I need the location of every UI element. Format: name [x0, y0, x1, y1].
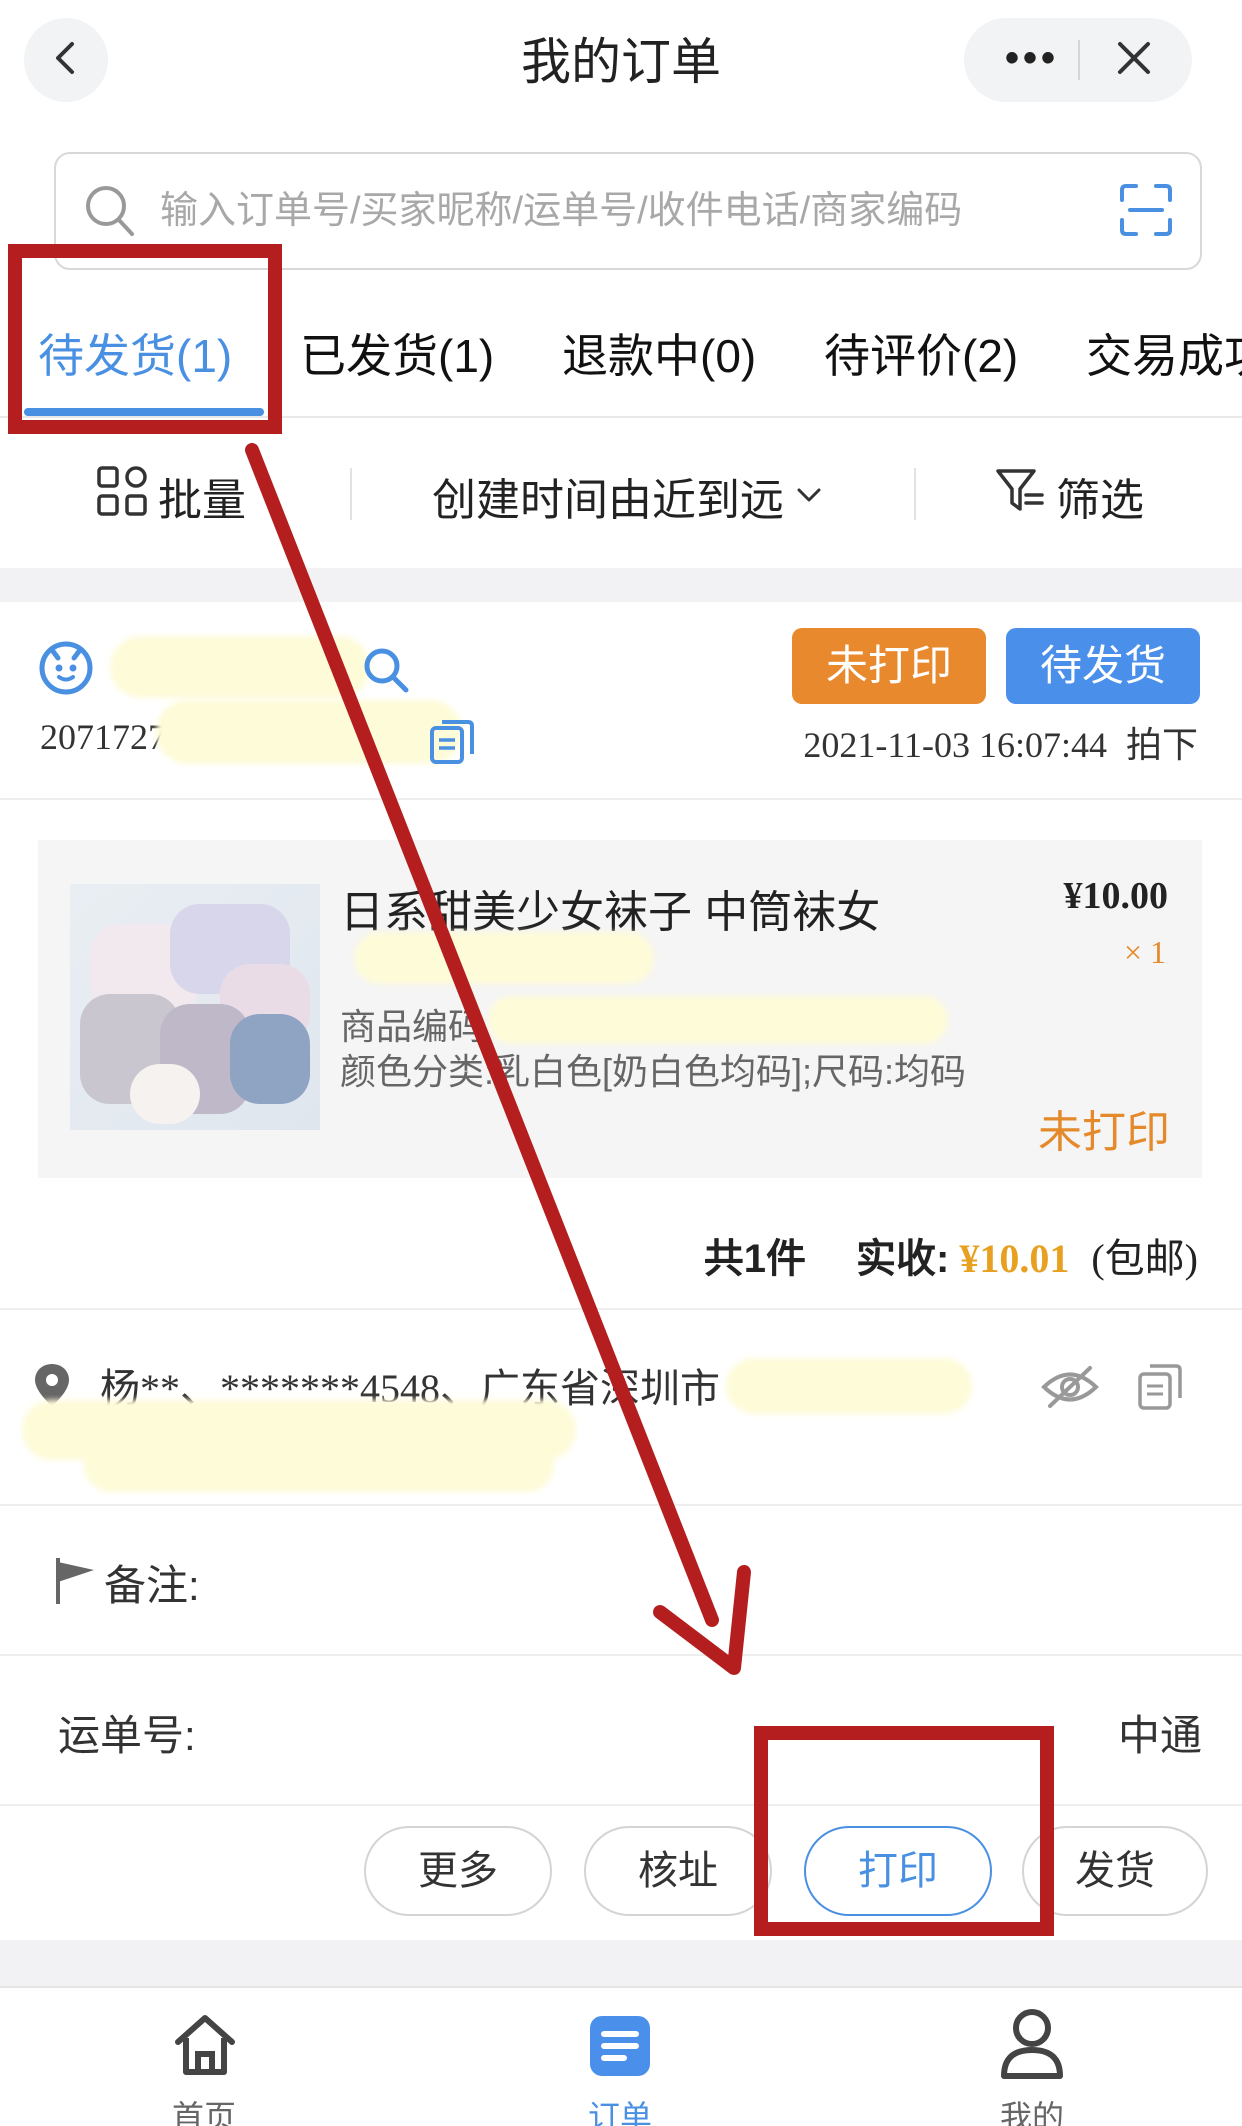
annotation-arrow [245, 443, 751, 1675]
